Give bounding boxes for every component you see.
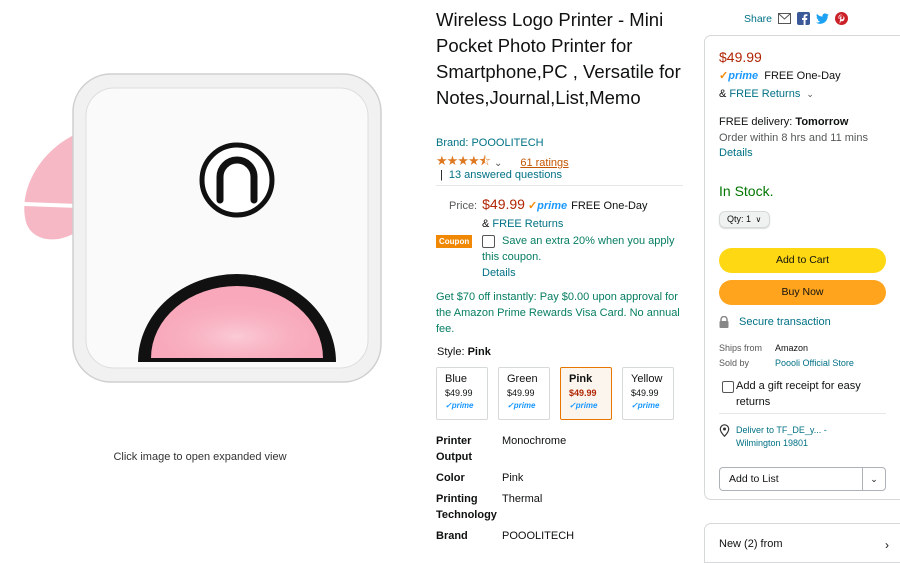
secure-transaction[interactable]: Secure transaction bbox=[719, 315, 831, 328]
one-day-text: FREE One-Day bbox=[571, 200, 648, 212]
email-icon[interactable] bbox=[778, 12, 792, 25]
style-option-price: $49.99 bbox=[569, 388, 597, 398]
divider bbox=[436, 185, 683, 186]
new-offers-label: New (2) from bbox=[719, 538, 783, 550]
chevron-down-icon[interactable]: ⌄ bbox=[862, 468, 885, 490]
lock-icon bbox=[719, 315, 729, 328]
free-returns-link[interactable]: FREE Returns bbox=[729, 88, 800, 100]
price-row: Price: $49.99 ✓ prime FREE One-Day bbox=[449, 196, 648, 212]
share-label: Share bbox=[744, 12, 773, 25]
prime-logo: prime bbox=[537, 200, 568, 212]
answered-questions-link[interactable]: 13 answered questions bbox=[449, 169, 562, 181]
coupon-badge: Coupon bbox=[436, 235, 473, 248]
prime-check-icon: ✓ bbox=[719, 70, 729, 82]
quantity-select[interactable]: Qty: 1 ∨ bbox=[719, 211, 770, 228]
style-option-price: $49.99 bbox=[445, 388, 473, 398]
gift-receipt-label: Add a gift receipt for easy returns bbox=[736, 380, 861, 408]
style-option-pink[interactable]: Pink $49.99 ✓prime bbox=[560, 367, 612, 420]
brand-link[interactable]: Brand: POOOLITECH bbox=[436, 137, 544, 149]
spec-key: Printing Technology bbox=[436, 493, 497, 521]
prime-logo: prime bbox=[728, 70, 759, 82]
image-hint: Click image to open expanded view bbox=[113, 451, 287, 463]
buybox-returns-row: & FREE Returns ⌄ bbox=[719, 88, 814, 100]
style-selected: Pink bbox=[467, 346, 491, 358]
style-option-name: Pink bbox=[569, 373, 593, 385]
free-returns-row: & FREE Returns bbox=[482, 218, 563, 230]
delivery-day: Tomorrow bbox=[795, 116, 849, 128]
prime-logo: ✓prime bbox=[631, 401, 660, 410]
style-option-blue[interactable]: Blue $49.99 ✓prime bbox=[436, 367, 488, 420]
prime-logo: ✓prime bbox=[445, 401, 474, 410]
product-image[interactable] bbox=[18, 72, 388, 392]
and-text: & bbox=[719, 88, 727, 100]
spec-key: Color bbox=[436, 472, 465, 484]
prime-logo: ✓prime bbox=[569, 401, 598, 410]
deliver-to-link: Deliver to TF_DE_y... - Wilmington 19801 bbox=[736, 425, 827, 448]
style-label: Style: Pink bbox=[437, 346, 491, 358]
style-option-green[interactable]: Green $49.99 ✓prime bbox=[498, 367, 550, 420]
stock-status: In Stock. bbox=[719, 183, 774, 199]
add-to-cart-button[interactable]: Add to Cart bbox=[719, 248, 886, 273]
prime-check-icon: ✓ bbox=[527, 200, 538, 212]
one-day-text: FREE One-Day bbox=[764, 70, 841, 82]
style-option-price: $49.99 bbox=[631, 388, 659, 398]
ships-from-value: Amazon bbox=[775, 343, 809, 353]
delivery-info: FREE delivery: Tomorrow Order within 8 h… bbox=[719, 114, 891, 146]
divider bbox=[719, 413, 886, 414]
location-pin-icon bbox=[719, 424, 731, 438]
coupon-text[interactable]: Save an extra 20% when you apply this co… bbox=[482, 233, 687, 265]
prime-logo: ✓prime bbox=[507, 401, 536, 410]
coupon-details-link[interactable]: Details bbox=[482, 267, 516, 279]
spec-value: Thermal bbox=[502, 493, 543, 505]
quantity-value: Qty: 1 bbox=[727, 214, 752, 224]
product-title: Wireless Logo Printer - Mini Pocket Phot… bbox=[436, 9, 681, 108]
add-to-list-label: Add to List bbox=[729, 473, 779, 485]
buybox-price: $49.99 bbox=[719, 49, 762, 65]
style-option-price: $49.99 bbox=[507, 388, 535, 398]
separator: | bbox=[440, 169, 443, 181]
gift-receipt-checkbox[interactable] bbox=[722, 381, 734, 393]
price: $49.99 bbox=[482, 196, 525, 212]
spec-key: Printer Output bbox=[436, 435, 473, 463]
ships-sold-info: Ships from Amazon Sold by Poooli Official … bbox=[719, 341, 854, 371]
spec-value: Pink bbox=[502, 472, 524, 484]
style-option-yellow[interactable]: Yellow $49.99 ✓prime bbox=[622, 367, 674, 420]
price-label: Price: bbox=[449, 200, 478, 212]
pinterest-icon[interactable] bbox=[835, 12, 849, 25]
buy-box: $49.99 ✓prime FREE One-Day & FREE Return… bbox=[704, 35, 900, 500]
order-within: Order within 8 hrs and 11 mins bbox=[719, 132, 868, 144]
style-option-name: Yellow bbox=[631, 373, 663, 385]
add-to-list-button[interactable]: Add to List ⌄ bbox=[719, 467, 886, 491]
chevron-down-icon[interactable]: ⌄ bbox=[494, 158, 502, 169]
free-returns-link[interactable]: FREE Returns bbox=[492, 218, 563, 230]
style-option-name: Blue bbox=[445, 373, 468, 385]
delivery-prefix: FREE delivery: bbox=[719, 116, 793, 128]
spec-value: POOOLITECH bbox=[502, 530, 575, 542]
sold-by-link[interactable]: Poooli Official Store bbox=[775, 358, 854, 368]
buy-now-button[interactable]: Buy Now bbox=[719, 280, 886, 305]
answered-row: | 13 answered questions bbox=[436, 169, 562, 181]
ships-from-label: Ships from bbox=[719, 343, 763, 353]
spec-key: Brand bbox=[436, 530, 468, 542]
ratings-link[interactable]: 61 ratings bbox=[520, 157, 568, 169]
style-option-name: Green bbox=[507, 373, 538, 385]
image-block: Click image to open expanded view bbox=[0, 0, 420, 550]
share-row: Share bbox=[744, 12, 849, 25]
chevron-down-icon: ∨ bbox=[755, 215, 762, 224]
spec-value: Monochrome bbox=[502, 435, 567, 447]
style-label-text: Style: bbox=[437, 346, 465, 358]
and-text: & bbox=[482, 218, 490, 230]
visa-offer-link[interactable]: Get $70 off instantly: Pay $0.00 upon ap… bbox=[436, 289, 686, 337]
delivery-details-link[interactable]: Details bbox=[719, 147, 753, 159]
coupon-checkbox[interactable] bbox=[482, 235, 495, 248]
sold-by-label: Sold by bbox=[719, 358, 750, 368]
twitter-icon[interactable] bbox=[816, 12, 830, 25]
buybox-prime-row: ✓prime FREE One-Day bbox=[719, 69, 841, 82]
new-offers-box[interactable]: New (2) from › bbox=[704, 523, 900, 563]
secure-transaction-label: Secure transaction bbox=[739, 316, 831, 328]
chevron-down-icon[interactable]: ⌄ bbox=[806, 89, 814, 99]
facebook-icon[interactable] bbox=[797, 12, 811, 25]
